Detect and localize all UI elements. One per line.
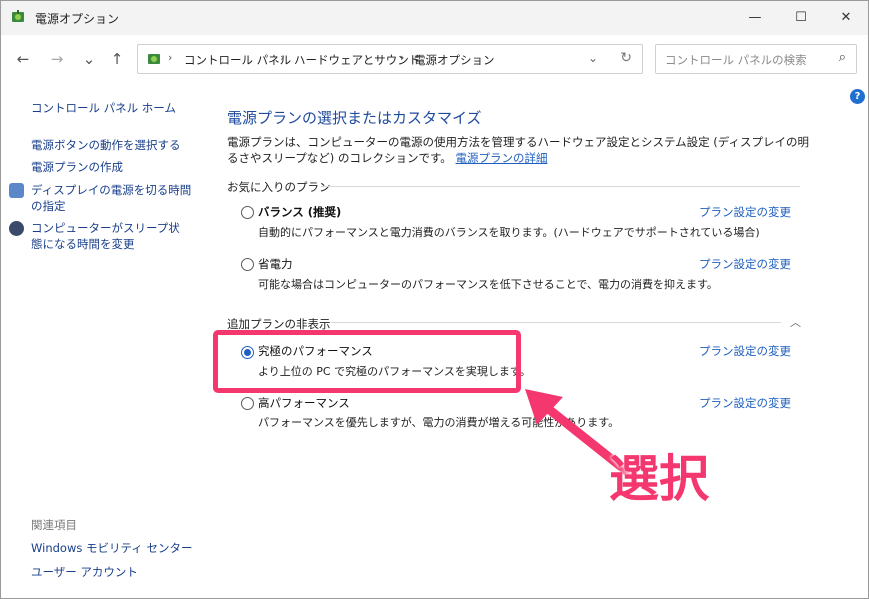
plan-high-performance-name[interactable]: 高パフォーマンス [258, 395, 350, 411]
highlight-box [213, 330, 521, 393]
hidden-plans-divider [331, 322, 781, 323]
chevron-down-icon: ⌄ [82, 50, 96, 68]
power-options-icon [12, 10, 24, 22]
recent-locations-button[interactable]: ⌄ [79, 49, 99, 69]
page-description: 電源プランは、コンピューターの電源の使用方法を管理するハードウェア設定とシステム… [227, 134, 817, 166]
close-button[interactable]: ✕ [823, 1, 868, 33]
breadcrumb-separator: › [400, 51, 405, 64]
plan-power-saver-change-link[interactable]: プラン設定の変更 [699, 256, 791, 272]
address-bar[interactable]: › コントロール パネル › ハードウェアとサウンド › 電源オプション ⌄ ↻ [137, 44, 643, 74]
up-arrow-icon: ↑ [110, 50, 124, 68]
search-box[interactable]: コントロール パネルの検索 ⌕ [655, 44, 857, 74]
related-user-accounts[interactable]: ユーザー アカウント [31, 564, 138, 580]
forward-arrow-icon: → [50, 50, 64, 68]
minimize-button[interactable]: — [732, 1, 778, 33]
plan-balanced-radio[interactable] [241, 206, 254, 219]
favorites-header: お気に入りのプラン [227, 180, 331, 194]
maximize-button[interactable]: ☐ [778, 1, 824, 33]
plan-high-performance-radio[interactable] [241, 397, 254, 410]
window-title: 電源オプション [35, 12, 120, 26]
breadcrumb-control-panel[interactable]: コントロール パネル [184, 52, 291, 68]
display-clock-icon [9, 183, 24, 198]
title-bar: 電源オプション — ☐ ✕ [1, 1, 868, 35]
forward-button[interactable]: → [47, 49, 67, 69]
minimize-icon: — [748, 9, 762, 25]
address-toolbar: ← → ⌄ ↑ › コントロール パネル › ハードウェアとサウンド › 電源オ… [1, 35, 868, 81]
plan-ultimate-change-link[interactable]: プラン設定の変更 [699, 343, 791, 359]
plan-balanced-change-link[interactable]: プラン設定の変更 [699, 204, 791, 220]
search-placeholder: コントロール パネルの検索 [665, 53, 807, 67]
select-callout-label: 選択 [609, 450, 709, 508]
favorites-divider [321, 186, 800, 187]
sidebar-display-off-time[interactable]: ディスプレイの電源を切る時間の指定 [31, 182, 201, 214]
breadcrumb-power-options[interactable]: 電源オプション [414, 52, 495, 68]
help-icon[interactable]: ? [850, 89, 865, 104]
sidebar-power-button-action[interactable]: 電源ボタンの動作を選択する [31, 137, 181, 153]
power-options-window: 電源オプション — ☐ ✕ ← → ⌄ ↑ › コントロール パネル › ハード… [0, 0, 869, 599]
sleep-moon-icon [9, 221, 24, 236]
sidebar-control-panel-home[interactable]: コントロール パネル ホーム [31, 100, 176, 116]
plan-power-saver-desc: 可能な場合はコンピューターのパフォーマンスを低下させることで、電力の消費を抑えま… [258, 278, 718, 291]
plan-high-performance-change-link[interactable]: プラン設定の変更 [699, 395, 791, 411]
related-header: 関連項目 [31, 518, 77, 532]
close-icon: ✕ [840, 9, 852, 25]
back-button[interactable]: ← [13, 49, 33, 69]
back-arrow-icon: ← [16, 50, 30, 68]
page-title: 電源プランの選択またはカスタマイズ [227, 109, 482, 127]
breadcrumb-separator: › [168, 51, 173, 64]
plan-balanced-name[interactable]: バランス (推奨) [258, 204, 341, 220]
sidebar-sleep-time[interactable]: コンピューターがスリープ状態になる時間を変更 [31, 220, 191, 252]
maximize-icon: ☐ [795, 9, 807, 25]
plan-power-saver-name[interactable]: 省電力 [258, 256, 293, 272]
plan-balanced-desc: 自動的にパフォーマンスと電力消費のバランスを取ります。(ハードウェアでサポートさ… [258, 226, 760, 239]
power-plan-details-link[interactable]: 電源プランの詳細 [455, 151, 547, 165]
search-icon[interactable]: ⌕ [839, 50, 846, 65]
sidebar-create-power-plan[interactable]: 電源プランの作成 [31, 159, 123, 175]
refresh-icon[interactable]: ↻ [620, 50, 632, 66]
address-dropdown-icon[interactable]: ⌄ [588, 51, 598, 65]
control-panel-icon [148, 54, 160, 64]
breadcrumb-separator: › [280, 51, 285, 64]
collapse-chevron-up-icon[interactable]: ︿ [790, 314, 801, 330]
up-button[interactable]: ↑ [107, 49, 127, 69]
plan-power-saver-radio[interactable] [241, 258, 254, 271]
related-mobility-center[interactable]: Windows モビリティ センター [31, 540, 192, 556]
